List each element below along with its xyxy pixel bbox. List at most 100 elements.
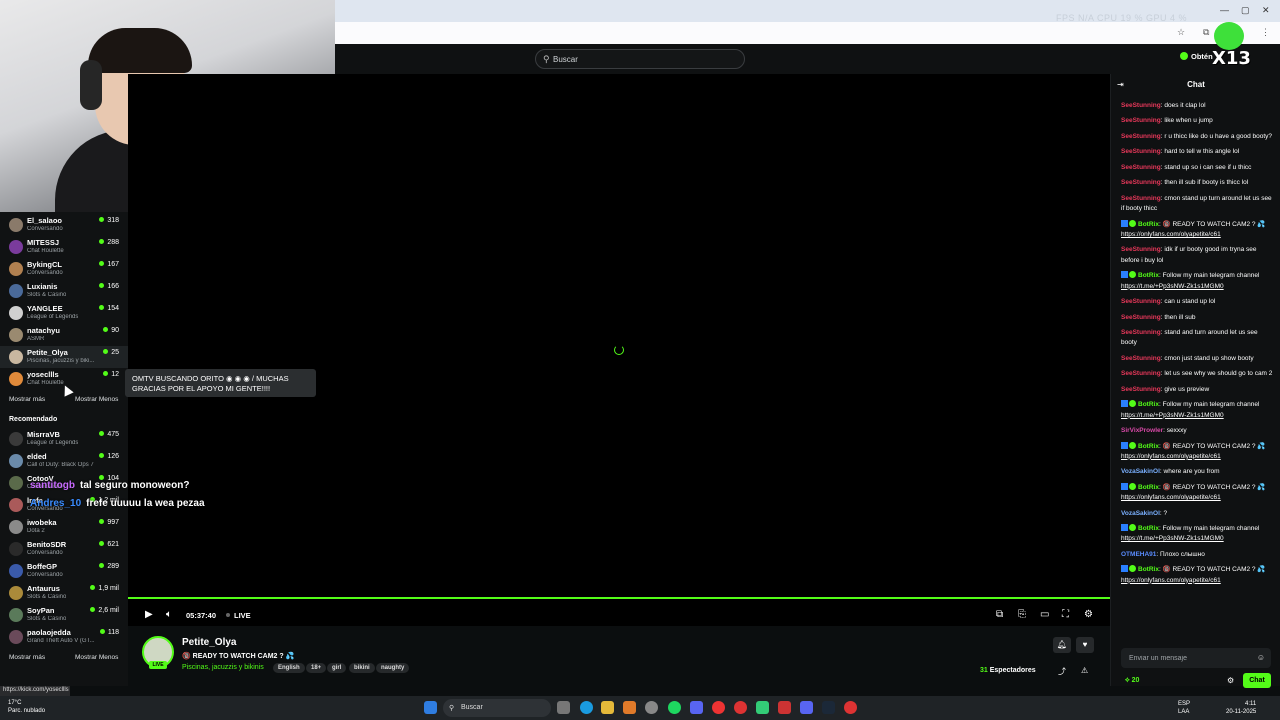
- settings-app-icon[interactable]: [645, 701, 658, 714]
- get-button[interactable]: Obtén: [1180, 52, 1213, 65]
- chat-username[interactable]: SeeStunning: [1121, 195, 1161, 202]
- theater-mode-icon[interactable]: ▭: [1040, 609, 1049, 620]
- chrome-active-icon[interactable]: [844, 701, 857, 714]
- sidebar-channel[interactable]: iwobeka Dota 2 997: [0, 516, 128, 538]
- app-icon[interactable]: [623, 701, 636, 714]
- weather-widget[interactable]: 17°C Parc. nublado: [8, 699, 45, 715]
- chat-username[interactable]: VozaSakinOl: [1121, 468, 1160, 475]
- chat-username[interactable]: SeeStunning: [1121, 298, 1161, 305]
- show-more-link[interactable]: Mostrar más: [9, 396, 45, 403]
- chat-link[interactable]: https://t.me/+Pp3sNW-Zk1s1MGM0: [1121, 412, 1224, 419]
- sidebar-channel[interactable]: BykingCL Conversando 167: [0, 258, 128, 280]
- chat-link[interactable]: https://t.me/+Pp3sNW-Zk1s1MGM0: [1121, 535, 1224, 542]
- app-icon-2[interactable]: [756, 701, 769, 714]
- sidebar-channel[interactable]: Petite_Olya Piscinas, jacuzzis y biki... 2…: [0, 346, 128, 368]
- steam-icon[interactable]: [822, 701, 835, 714]
- sidebar-channel[interactable]: Luxianis Slots & Casino 166: [0, 280, 128, 302]
- sidebar-channel[interactable]: BenitoSDR Conversando 621: [0, 538, 128, 560]
- chat-username[interactable]: VozaSakinOl: [1121, 510, 1160, 517]
- volume-icon[interactable]: 🔈︎: [166, 609, 172, 620]
- tag[interactable]: English: [273, 663, 305, 673]
- chat-link[interactable]: https://t.me/+Pp3sNW-Zk1s1MGM0: [1121, 283, 1224, 290]
- emoji-icon[interactable]: ☺: [1257, 653, 1265, 662]
- streamer-name[interactable]: Petite_Olya: [182, 637, 236, 648]
- edge-icon[interactable]: [580, 701, 593, 714]
- chat-link[interactable]: https://onlyfans.com/olyapetite/c61: [1121, 577, 1221, 584]
- follow-heart-icon[interactable]: ♥: [1076, 637, 1094, 653]
- maximize-icon[interactable]: ▢: [1241, 5, 1250, 16]
- chat-input[interactable]: [1129, 652, 1249, 664]
- minimize-icon[interactable]: —: [1220, 5, 1229, 15]
- chat-settings-icon[interactable]: ⚙: [1227, 676, 1234, 685]
- sidebar-channel[interactable]: SoyPan Slots & Casino 2,6 mil: [0, 604, 128, 626]
- chat-input-box[interactable]: ☺: [1121, 648, 1271, 668]
- sidebar-channel[interactable]: YANGLEE League of Legends 154: [0, 302, 128, 324]
- sidebar-channel[interactable]: El_salaoo Conversando 318: [0, 214, 128, 236]
- chat-username[interactable]: BotRix: [1138, 566, 1159, 573]
- chat-username[interactable]: SeeStunning: [1121, 329, 1161, 336]
- tag[interactable]: naughty: [376, 663, 410, 673]
- channel-points[interactable]: ⟡ 20: [1125, 677, 1139, 685]
- chat-username[interactable]: BotRix: [1138, 272, 1159, 279]
- file-explorer-icon[interactable]: [601, 701, 614, 714]
- chat-username[interactable]: BotRix: [1138, 484, 1159, 491]
- search-input[interactable]: [553, 53, 733, 66]
- chat-link[interactable]: https://onlyfans.com/olyapetite/c61: [1121, 494, 1221, 501]
- discord-icon-2[interactable]: [800, 701, 813, 714]
- tag[interactable]: bikini: [349, 663, 375, 673]
- chat-username[interactable]: SeeStunning: [1121, 179, 1161, 186]
- extensions-icon[interactable]: ⧉: [1203, 27, 1209, 38]
- task-view-icon[interactable]: [557, 701, 570, 714]
- chat-username[interactable]: SeeStunning: [1121, 117, 1161, 124]
- clock[interactable]: 4:11 20-11-2025: [1226, 700, 1256, 716]
- chat-username[interactable]: SeeStunning: [1121, 148, 1161, 155]
- language-indicator[interactable]: ESP LAA: [1178, 700, 1190, 716]
- chat-username[interactable]: SeeStunning: [1121, 246, 1161, 253]
- chat-username[interactable]: BotRix: [1138, 443, 1159, 450]
- notifications-bell-icon[interactable]: 🔔︎: [1053, 637, 1071, 653]
- chat-link[interactable]: https://onlyfans.com/olyapetite/c61: [1121, 231, 1221, 238]
- close-icon[interactable]: ✕: [1262, 5, 1270, 16]
- sidebar-channel[interactable]: elded Call of Duty: Black Ops 7 126: [0, 450, 128, 472]
- chat-username[interactable]: SirVixProwler: [1121, 427, 1163, 434]
- stream-category[interactable]: Piscinas, jacuzzis y bikinis: [182, 664, 264, 671]
- taskbar-search[interactable]: ⚲ Buscar: [443, 699, 551, 717]
- discord-icon[interactable]: [690, 701, 703, 714]
- chat-username[interactable]: SeeStunning: [1121, 370, 1161, 377]
- sidebar-channel[interactable]: BoffeGP Conversando 289: [0, 560, 128, 582]
- show-less-link[interactable]: Mostrar Menos: [75, 396, 118, 403]
- windows-start-icon[interactable]: [424, 701, 437, 714]
- sidebar-channel[interactable]: paolaojedda Grand Theft Auto V (GT... 118: [0, 626, 128, 648]
- share-icon[interactable]: ⤴: [1058, 666, 1066, 677]
- sidebar-channel[interactable]: natachyu ASMR 90: [0, 324, 128, 346]
- site-search[interactable]: ⚲: [535, 49, 745, 69]
- menu-dots-icon[interactable]: ⋮: [1261, 27, 1270, 38]
- chat-username[interactable]: SeeStunning: [1121, 102, 1161, 109]
- chat-username[interactable]: SeeStunning: [1121, 386, 1161, 393]
- report-icon[interactable]: ⚠: [1081, 666, 1088, 675]
- chat-username[interactable]: SeeStunning: [1121, 355, 1161, 362]
- sidebar-channel[interactable]: MisrraVB League of Legends 475: [0, 428, 128, 450]
- chat-username[interactable]: SeeStunning: [1121, 314, 1161, 321]
- chat-username[interactable]: BotRix: [1138, 221, 1159, 228]
- clip-icon[interactable]: ⎘: [1018, 609, 1026, 620]
- sidebar-channel[interactable]: Antaurus Slots & Casino 1,9 mil: [0, 582, 128, 604]
- app-icon-3[interactable]: [778, 701, 791, 714]
- chat-link[interactable]: https://onlyfans.com/olyapetite/c61: [1121, 453, 1221, 460]
- tag[interactable]: 18+: [306, 663, 327, 673]
- show-more-link[interactable]: Mostrar más: [9, 654, 45, 661]
- media-player-icon[interactable]: [712, 701, 725, 714]
- pip-icon[interactable]: ⧉: [996, 609, 1003, 620]
- progress-bar[interactable]: [128, 597, 1110, 599]
- chat-send-button[interactable]: Chat: [1243, 673, 1271, 688]
- address-bar[interactable]: [335, 22, 1280, 44]
- chat-username[interactable]: OTMEHA91: [1121, 551, 1156, 558]
- chat-username[interactable]: SeeStunning: [1121, 164, 1161, 171]
- chat-username[interactable]: SeeStunning: [1121, 133, 1161, 140]
- tag[interactable]: girl: [327, 663, 347, 673]
- show-less-link[interactable]: Mostrar Menos: [75, 654, 118, 661]
- chat-username[interactable]: BotRix: [1138, 525, 1159, 532]
- fullscreen-icon[interactable]: ⛶: [1062, 609, 1069, 620]
- sidebar-channel[interactable]: MITESSJ Chat Roulette 288: [0, 236, 128, 258]
- play-icon[interactable]: ▶: [145, 609, 153, 620]
